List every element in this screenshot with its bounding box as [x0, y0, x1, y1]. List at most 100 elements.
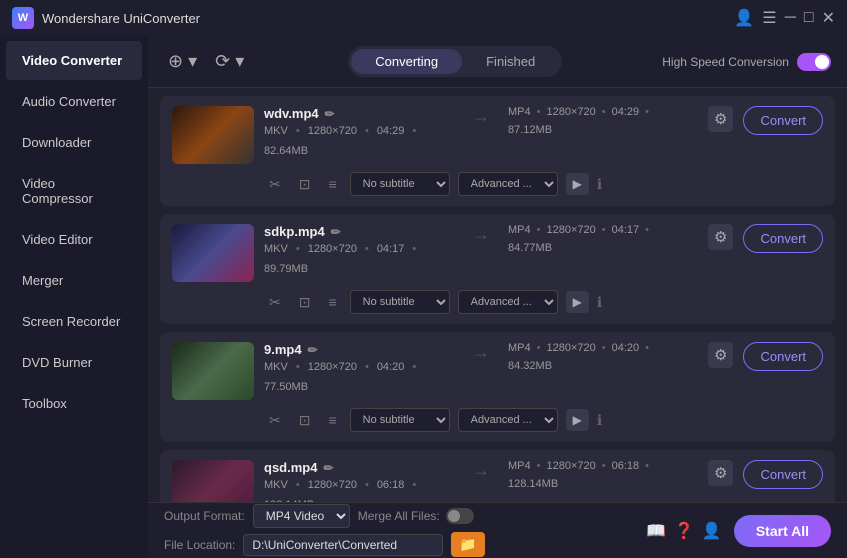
merge-toggle[interactable] [446, 508, 474, 524]
convert-arrow: → [464, 460, 498, 481]
crop-icon[interactable]: ⊡ [294, 292, 316, 313]
file-card-top: 9.mp4 ✏ MKV • 1280×720 • 04:20 • 77.50MB [172, 342, 823, 400]
add-files-button[interactable]: ⊕ ▾ [164, 47, 201, 76]
tab-finished[interactable]: Finished [462, 49, 559, 74]
output-info: MP4 • 1280×720 • 04:17 • 84.77MB [508, 224, 698, 254]
file-meta: MKV • 1280×720 • 04:17 • 89.79MB [264, 243, 454, 275]
file-card: qsd.mp4 ✏ MKV • 1280×720 • 06:18 • 128.1… [160, 450, 835, 502]
title-bar-controls: 👤 ☰ ─ □ ✕ [734, 8, 835, 28]
thumbnail [172, 342, 254, 400]
info-button[interactable]: ℹ [597, 412, 602, 429]
toggle-knob [815, 55, 829, 69]
output-info: MP4 • 1280×720 • 04:20 • 84.32MB [508, 342, 698, 372]
thumbnail [172, 106, 254, 164]
file-card-top: sdkp.mp4 ✏ MKV • 1280×720 • 04:17 • 89.7… [172, 224, 823, 282]
scissors-icon[interactable]: ✂ [264, 292, 286, 313]
sidebar-item-downloader[interactable]: Downloader [6, 123, 142, 162]
scissors-icon[interactable]: ✂ [264, 174, 286, 195]
file-info: 9.mp4 ✏ MKV • 1280×720 • 04:20 • 77.50MB [264, 342, 454, 393]
minimize-icon[interactable]: ─ [785, 9, 796, 27]
convert-button[interactable]: Convert [743, 224, 823, 253]
file-location-row: File Location: 📁 [164, 532, 485, 557]
file-name: sdkp.mp4 ✏ [264, 224, 454, 239]
book-icon[interactable]: 📖 [646, 521, 666, 541]
subtitle-select[interactable]: No subtitle [350, 290, 450, 314]
edit-icon[interactable]: ✏ [325, 107, 335, 121]
effects-icon[interactable]: ≡ [323, 292, 341, 312]
start-all-button[interactable]: Start All [734, 515, 831, 547]
output-format-select[interactable]: MP4 Video [253, 504, 350, 528]
bottom-icons: 📖 ❓ 👤 [646, 521, 722, 541]
advanced-select[interactable]: Advanced ... [458, 172, 558, 196]
edit-icon[interactable]: ✏ [323, 461, 333, 475]
high-speed-toggle[interactable] [797, 53, 831, 71]
file-card-top: qsd.mp4 ✏ MKV • 1280×720 • 06:18 • 128.1… [172, 460, 823, 502]
account-icon[interactable]: 👤 [702, 521, 722, 541]
preview-button[interactable]: ▶ [566, 173, 589, 195]
file-info: wdv.mp4 ✏ MKV • 1280×720 • 04:29 • 82.64… [264, 106, 454, 157]
effects-icon[interactable]: ≡ [323, 174, 341, 194]
maximize-icon[interactable]: □ [804, 9, 814, 27]
file-meta: MKV • 1280×720 • 06:18 • 128.14MB [264, 479, 454, 502]
advanced-select[interactable]: Advanced ... [458, 408, 558, 432]
sidebar-item-video-editor[interactable]: Video Editor [6, 220, 142, 259]
scissors-icon[interactable]: ✂ [264, 410, 286, 431]
info-button[interactable]: ℹ [597, 176, 602, 193]
convert-settings-button[interactable]: ⟳ ▾ [211, 47, 248, 76]
crop-icon[interactable]: ⊡ [294, 410, 316, 431]
main-layout: Video Converter Audio Converter Download… [0, 36, 847, 558]
edit-icon[interactable]: ✏ [331, 225, 341, 239]
tab-converting[interactable]: Converting [351, 49, 462, 74]
sidebar-item-screen-recorder[interactable]: Screen Recorder [6, 302, 142, 341]
file-name: 9.mp4 ✏ [264, 342, 454, 357]
convert-button[interactable]: Convert [743, 460, 823, 489]
convert-arrow: → [464, 106, 498, 127]
preview-button[interactable]: ▶ [566, 409, 589, 431]
info-button[interactable]: ℹ [597, 294, 602, 311]
file-list: wdv.mp4 ✏ MKV • 1280×720 • 04:29 • 82.64… [148, 88, 847, 502]
convert-arrow: → [464, 342, 498, 363]
subtitle-select[interactable]: No subtitle [350, 172, 450, 196]
edit-icon[interactable]: ✏ [308, 343, 318, 357]
gear-button[interactable]: ⚙ [708, 224, 733, 250]
gear-button[interactable]: ⚙ [708, 106, 733, 132]
convert-button[interactable]: Convert [743, 106, 823, 135]
help-icon[interactable]: ❓ [674, 521, 694, 541]
tab-group: Converting Finished [348, 46, 562, 77]
file-card-bottom: ✂ ⊡ ≡ No subtitle Advanced ... ▶ ℹ [172, 172, 823, 196]
gear-button[interactable]: ⚙ [708, 460, 733, 486]
close-icon[interactable]: ✕ [822, 8, 835, 28]
effects-icon[interactable]: ≡ [323, 410, 341, 430]
file-meta: MKV • 1280×720 • 04:29 • 82.64MB [264, 125, 454, 157]
file-info: qsd.mp4 ✏ MKV • 1280×720 • 06:18 • 128.1… [264, 460, 454, 502]
gear-button[interactable]: ⚙ [708, 342, 733, 368]
output-info: MP4 • 1280×720 • 06:18 • 128.14MB [508, 460, 698, 490]
output-format-row: Output Format: MP4 Video Merge All Files… [164, 504, 485, 528]
crop-icon[interactable]: ⊡ [294, 174, 316, 195]
file-location-input[interactable] [243, 534, 443, 556]
sidebar-item-merger[interactable]: Merger [6, 261, 142, 300]
file-card: wdv.mp4 ✏ MKV • 1280×720 • 04:29 • 82.64… [160, 96, 835, 206]
user-icon[interactable]: 👤 [734, 8, 754, 28]
title-bar-left: W Wondershare UniConverter [12, 7, 200, 29]
title-bar: W Wondershare UniConverter 👤 ☰ ─ □ ✕ [0, 0, 847, 36]
file-name: qsd.mp4 ✏ [264, 460, 454, 475]
browse-folder-button[interactable]: 📁 [451, 532, 484, 557]
sidebar-item-audio-converter[interactable]: Audio Converter [6, 82, 142, 121]
thumbnail [172, 460, 254, 502]
menu-icon[interactable]: ☰ [762, 8, 776, 28]
sidebar-item-toolbox[interactable]: Toolbox [6, 384, 142, 423]
preview-button[interactable]: ▶ [566, 291, 589, 313]
sidebar-item-video-converter[interactable]: Video Converter [6, 41, 142, 80]
sidebar-item-dvd-burner[interactable]: DVD Burner [6, 343, 142, 382]
app-logo: W [12, 7, 34, 29]
top-bar-left: ⊕ ▾ ⟳ ▾ [164, 47, 248, 76]
sidebar-item-video-compressor[interactable]: Video Compressor [6, 164, 142, 218]
thumbnail [172, 224, 254, 282]
convert-button[interactable]: Convert [743, 342, 823, 371]
subtitle-select[interactable]: No subtitle [350, 408, 450, 432]
advanced-select[interactable]: Advanced ... [458, 290, 558, 314]
bottom-right: 📖 ❓ 👤 Start All [646, 515, 831, 547]
merge-toggle-knob [448, 510, 460, 522]
sidebar: Video Converter Audio Converter Download… [0, 36, 148, 558]
